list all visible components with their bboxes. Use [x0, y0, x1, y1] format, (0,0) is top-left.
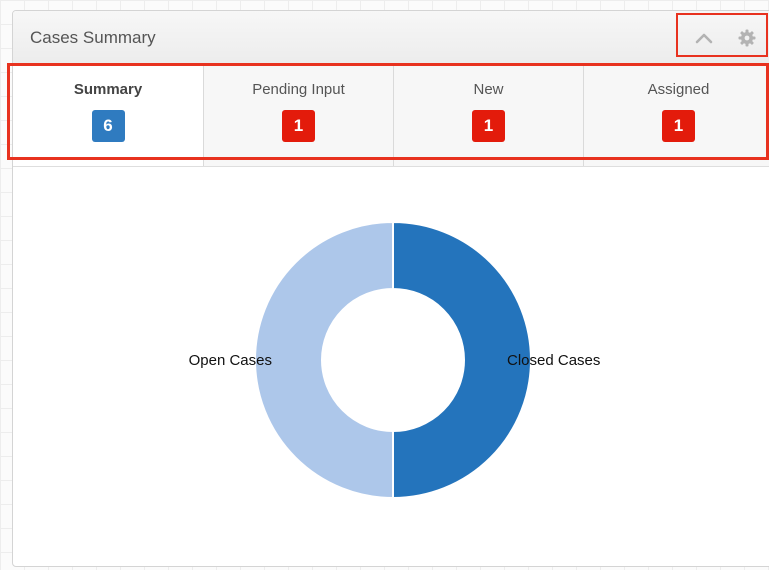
highlight-box-controls — [676, 13, 768, 57]
donut-label-open-cases: Open Cases — [189, 352, 272, 369]
donut-slice-open-cases[interactable] — [254, 220, 394, 500]
highlight-box-tabs — [7, 63, 769, 160]
donut-label-closed-cases: Closed Cases — [507, 352, 600, 369]
